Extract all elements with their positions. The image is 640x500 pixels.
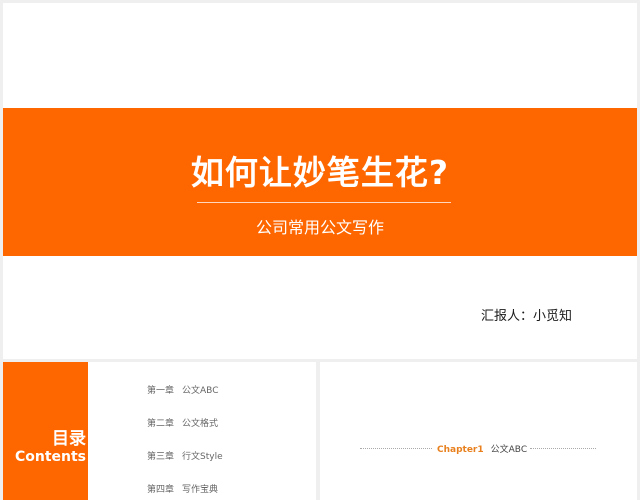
toc-item: 第四章 写作宝典 bbox=[147, 482, 218, 495]
contents-header-block: 目录 Contents bbox=[3, 362, 88, 500]
slide-title: 如何让妙笔生花? bbox=[190, 153, 450, 192]
contents-slide[interactable]: 目录 Contents 第一章 公文ABC 第二章 公文格式 第三章 行文Style … bbox=[3, 362, 316, 500]
chapter-number: Chapter1 bbox=[437, 445, 484, 455]
chapter-slide[interactable]: Chapter1 公文ABC bbox=[320, 362, 637, 500]
chapter-name: 公文ABC bbox=[490, 445, 528, 455]
toc-chapter: 第二章 bbox=[147, 419, 175, 429]
slide-thumbnails: 如何让妙笔生花? 公司常用公文写作 汇报人：小觅知 目录 Contents 第一… bbox=[0, 0, 640, 500]
slide-subtitle: 公司常用公文写作 bbox=[255, 218, 384, 237]
contents-heading-cn: 目录 bbox=[52, 429, 86, 449]
toc-item: 第三章 行文Style bbox=[147, 449, 223, 462]
toc-chapter: 第一章 bbox=[147, 386, 175, 396]
reporter-label: 汇报人：小觅知 bbox=[481, 309, 573, 324]
toc-item: 第二章 公文格式 bbox=[147, 416, 218, 429]
title-divider bbox=[197, 202, 451, 203]
chapter-divider-left bbox=[360, 448, 432, 449]
toc-chapter: 第四章 bbox=[147, 485, 175, 495]
contents-heading-en: Contents bbox=[14, 449, 86, 465]
toc-chapter: 第三章 bbox=[147, 452, 175, 462]
toc-title: 公文ABC bbox=[182, 386, 219, 396]
toc-item: 第一章 公文ABC bbox=[147, 383, 218, 396]
cover-slide[interactable]: 如何让妙笔生花? 公司常用公文写作 汇报人：小觅知 bbox=[3, 3, 637, 359]
title-banner: 如何让妙笔生花? 公司常用公文写作 bbox=[3, 108, 637, 256]
toc-title: 公文格式 bbox=[182, 419, 219, 429]
chapter-label: Chapter1 公文ABC bbox=[437, 442, 527, 455]
toc-title: 写作宝典 bbox=[182, 485, 219, 495]
toc-title: 行文Style bbox=[182, 452, 223, 462]
chapter-divider-right bbox=[530, 448, 596, 449]
